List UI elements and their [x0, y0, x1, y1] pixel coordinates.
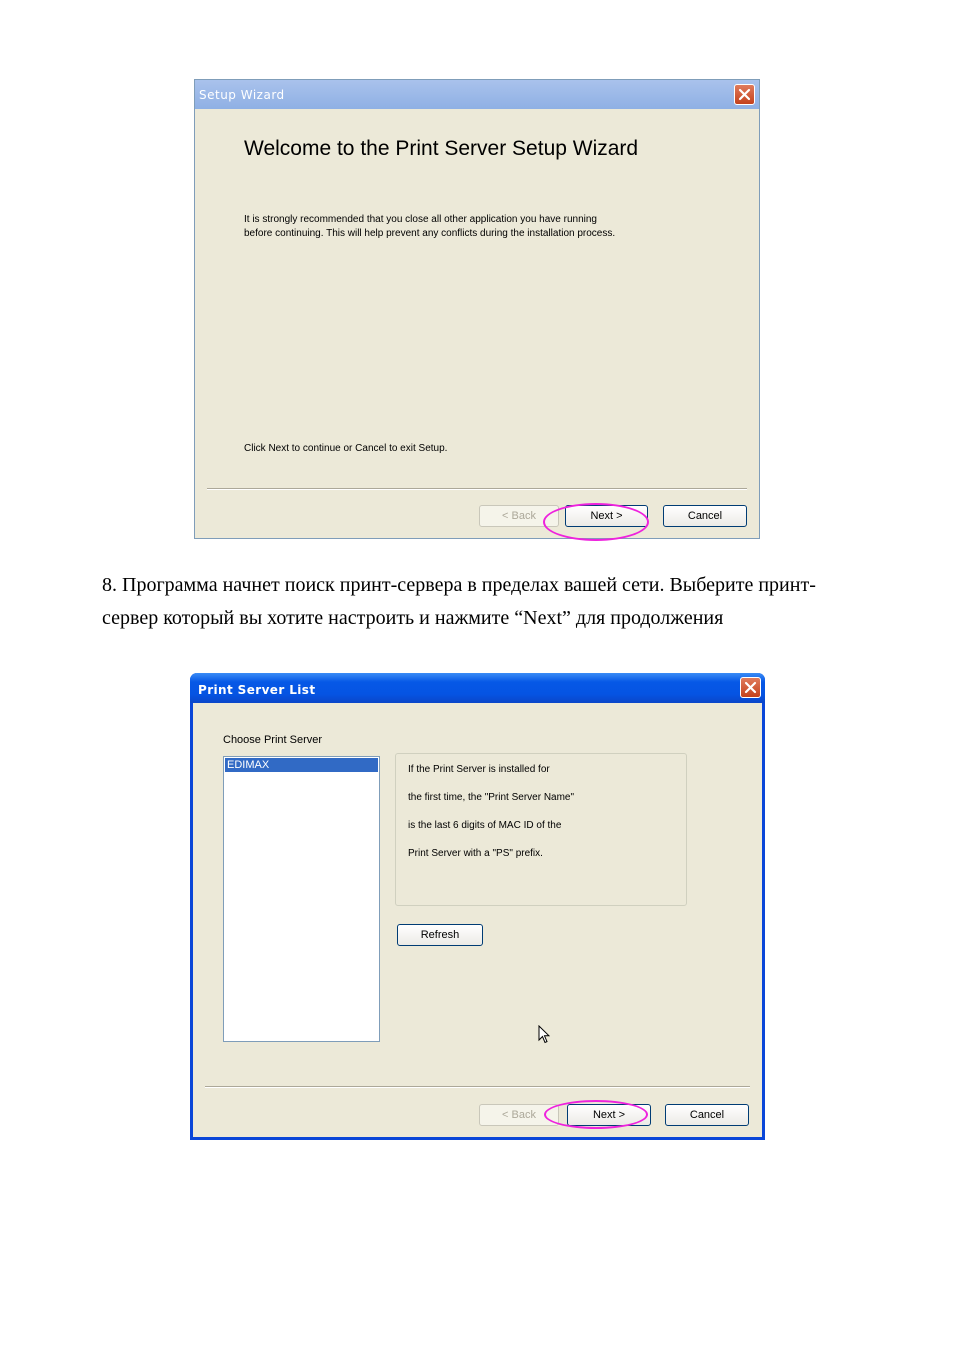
back-button[interactable]: < Back — [479, 505, 559, 527]
next-button[interactable]: Next > — [567, 1104, 651, 1126]
close-button[interactable] — [740, 677, 761, 698]
info-line: is the last 6 digits of MAC ID of the — [408, 820, 562, 831]
cancel-button[interactable]: Cancel — [665, 1104, 749, 1126]
next-button[interactable]: Next > — [565, 505, 648, 527]
instruction-text: 8. Программа начнет поиск принт-сервера … — [102, 574, 816, 629]
cancel-button[interactable]: Cancel — [663, 505, 747, 527]
dialog-title: Setup Wizard — [199, 88, 285, 102]
info-line: If the Print Server is installed for — [408, 764, 550, 775]
wizard-heading: Welcome to the Print Server Setup Wizard — [244, 137, 639, 160]
title-bar: Print Server List — [190, 673, 765, 703]
back-button[interactable]: < Back — [479, 1104, 559, 1126]
refresh-button[interactable]: Refresh — [397, 924, 483, 946]
print-server-list-dialog: Print Server List Choose Print Server ED… — [190, 673, 765, 1140]
separator — [205, 1086, 750, 1088]
dialog-title: Print Server List — [198, 683, 316, 697]
close-button[interactable] — [734, 84, 755, 105]
separator — [207, 488, 747, 490]
title-bar: Setup Wizard — [195, 80, 759, 109]
info-box: If the Print Server is installed for the… — [395, 753, 687, 906]
list-item[interactable]: EDIMAX — [225, 758, 378, 772]
print-server-listbox[interactable]: EDIMAX — [223, 756, 380, 1042]
mouse-pointer-icon — [538, 1025, 550, 1044]
close-icon — [744, 681, 757, 694]
close-icon — [738, 88, 751, 101]
footer-text: Click Next to continue or Cancel to exit… — [244, 443, 448, 454]
setup-wizard-dialog: Setup Wizard Welcome to the Print Server… — [194, 79, 760, 539]
choose-print-server-label: Choose Print Server — [223, 734, 323, 746]
intro-text: It is strongly recommended that you clos… — [244, 214, 616, 239]
info-line: Print Server with a "PS" prefix. — [408, 848, 543, 859]
info-line: the first time, the "Print Server Name" — [408, 792, 575, 803]
